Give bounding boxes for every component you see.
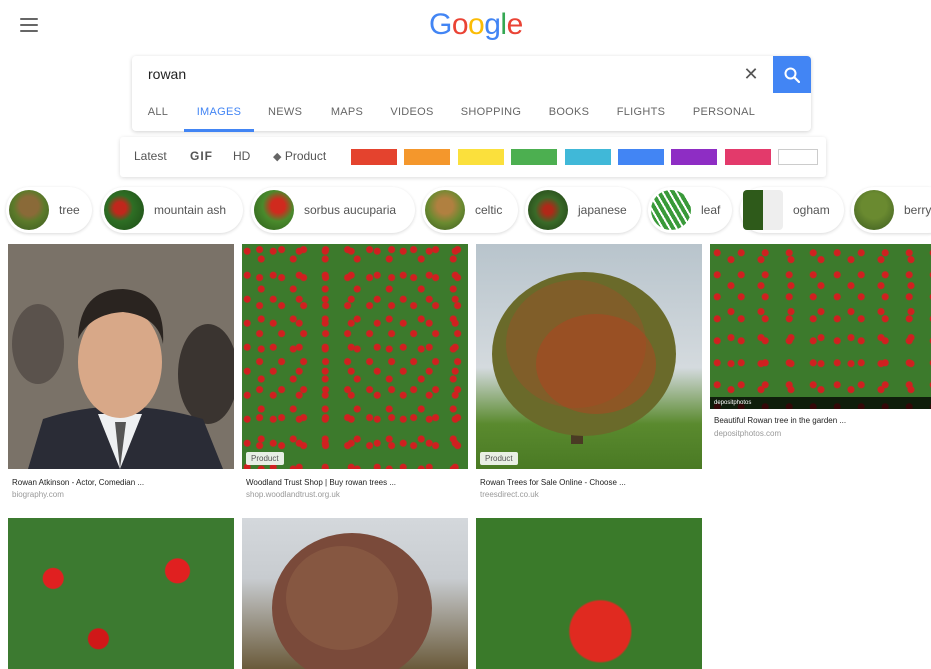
logo-letter: e (506, 8, 524, 41)
watermark-bar: depositphotos (710, 397, 931, 409)
result-image (8, 518, 234, 669)
chip-label: tree (59, 203, 80, 217)
chip-celtic[interactable]: celtic (422, 187, 518, 233)
filter-gif[interactable]: GIF (190, 149, 213, 163)
result-source: shop.woodlandtrust.org.uk (246, 490, 340, 499)
result-image: Product (242, 244, 468, 469)
chip-thumbnail (254, 190, 294, 230)
tab-personal[interactable]: PERSONAL (692, 94, 756, 132)
chip-label: ogham (793, 203, 830, 217)
chip-sorbus-aucuparia[interactable]: sorbus aucuparia (251, 187, 415, 233)
chip-mountain-ash[interactable]: mountain ash (101, 187, 243, 233)
chip-berry[interactable]: berry (851, 187, 931, 233)
chip-japanese[interactable]: japanese (525, 187, 641, 233)
color-swatch-white[interactable] (778, 149, 818, 165)
tag-icon: ◆ (273, 151, 282, 163)
image-result[interactable]: depositphotos Beautiful Rowan tree in th… (710, 244, 931, 444)
menu-icon[interactable] (20, 18, 38, 32)
color-swatch-orange[interactable] (404, 149, 450, 165)
image-result[interactable]: Product Rowan Trees for Sale Online - Ch… (476, 244, 702, 500)
result-title[interactable]: Rowan Trees for Sale Online - Choose ... (480, 478, 626, 487)
product-badge: Product (246, 452, 284, 465)
chip-ogham[interactable]: ogham (740, 187, 844, 233)
tab-shopping[interactable]: SHOPPING (460, 94, 522, 132)
image-result[interactable]: Product Woodland Trust Shop | Buy rowan … (242, 244, 468, 500)
color-swatch-pink[interactable] (725, 149, 771, 165)
chip-label: sorbus aucuparia (304, 203, 397, 217)
chip-leaf[interactable]: leaf (648, 187, 732, 233)
search-button[interactable] (773, 56, 811, 93)
filter-product-label: Product (284, 149, 327, 163)
tree-image (492, 272, 676, 444)
tab-maps[interactable]: MAPS (330, 94, 364, 132)
chip-label: berry (904, 203, 931, 217)
filter-product[interactable]: ◆ Product (273, 149, 326, 163)
image-result[interactable] (8, 518, 234, 669)
logo-letter: o (451, 8, 469, 41)
search-card: ✕ ALL IMAGES NEWS MAPS VIDEOS SHOPPING B… (132, 56, 811, 132)
logo-letter: o (468, 8, 485, 41)
image-result[interactable]: Rowan Atkinson - Actor, Comedian ... bio… (8, 244, 234, 500)
result-image (476, 518, 702, 669)
clear-icon[interactable]: ✕ (741, 64, 761, 84)
result-title[interactable]: Woodland Trust Shop | Buy rowan trees ..… (246, 478, 396, 487)
result-image: depositphotos (710, 244, 931, 409)
search-icon (784, 67, 800, 83)
search-input[interactable] (148, 66, 708, 82)
related-chips: tree mountain ash sorbus aucuparia celti… (0, 187, 931, 233)
result-source: depositphotos.com (714, 429, 782, 438)
chip-tree[interactable]: tree (6, 187, 92, 233)
google-logo[interactable]: Google (429, 8, 523, 42)
tab-videos[interactable]: VIDEOS (390, 94, 434, 132)
search-row: ✕ (132, 56, 811, 93)
color-swatch-red[interactable] (351, 149, 397, 165)
color-swatch-teal[interactable] (565, 149, 611, 165)
result-image (8, 244, 234, 469)
filter-bar: Latest GIF HD ◆ Product (120, 137, 826, 177)
chip-thumbnail (743, 190, 783, 230)
result-source: biography.com (12, 490, 64, 499)
result-image (242, 518, 468, 669)
color-swatch-purple[interactable] (671, 149, 717, 165)
tab-flights[interactable]: FLIGHTS (616, 94, 666, 132)
product-badge: Product (480, 452, 518, 465)
result-image: Product (476, 244, 702, 469)
logo-letter: G (429, 8, 452, 41)
chip-thumbnail (9, 190, 49, 230)
chip-thumbnail (528, 190, 568, 230)
chip-thumbnail (854, 190, 894, 230)
portrait-image (8, 244, 234, 469)
result-title[interactable]: Beautiful Rowan tree in the garden ... (714, 416, 846, 425)
color-swatch-yellow[interactable] (458, 149, 504, 165)
result-source: treesdirect.co.uk (480, 490, 539, 499)
chip-thumbnail (425, 190, 465, 230)
filter-latest[interactable]: Latest (134, 149, 167, 163)
tree-image (272, 533, 432, 669)
tab-books[interactable]: BOOKS (548, 94, 590, 132)
color-swatch-blue[interactable] (618, 149, 664, 165)
chip-label: japanese (578, 203, 627, 217)
result-title[interactable]: Rowan Atkinson - Actor, Comedian ... (12, 478, 144, 487)
color-swatch-green[interactable] (511, 149, 557, 165)
chip-thumbnail (651, 190, 691, 230)
chip-label: leaf (701, 203, 721, 217)
image-result[interactable] (476, 518, 702, 669)
image-result[interactable] (242, 518, 468, 669)
tab-news[interactable]: NEWS (268, 94, 302, 132)
chip-label: mountain ash (154, 203, 227, 217)
logo-letter: g (484, 8, 501, 41)
tab-images[interactable]: IMAGES (184, 94, 254, 132)
chip-thumbnail (104, 190, 144, 230)
chip-label: celtic (475, 203, 503, 217)
tab-all[interactable]: ALL (146, 94, 170, 132)
filter-hd[interactable]: HD (233, 149, 250, 163)
